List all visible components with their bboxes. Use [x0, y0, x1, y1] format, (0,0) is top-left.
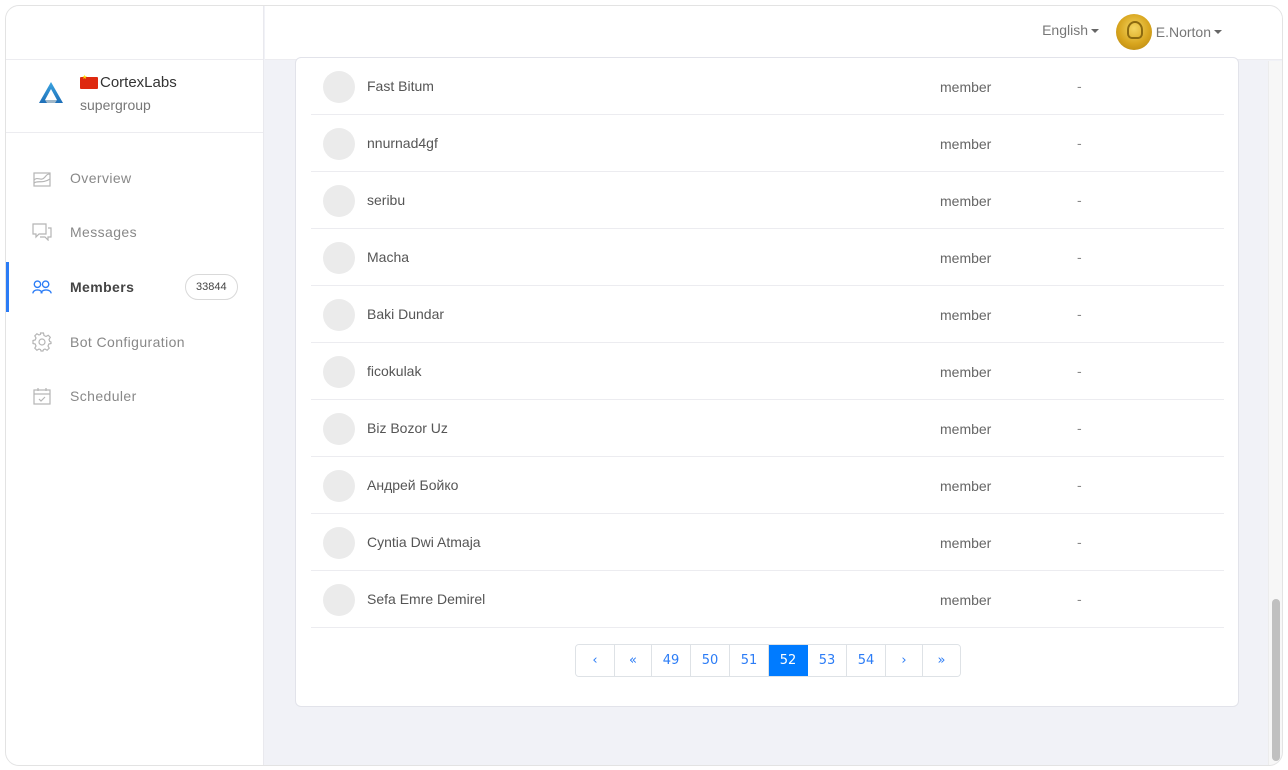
- pagination: ‹ « 49 50 51 52 53 54 › »: [575, 644, 961, 677]
- user-name: E.Norton: [1155, 24, 1211, 40]
- member-row[interactable]: Macha member -: [311, 229, 1224, 286]
- sidebar-item-label: Overview: [70, 170, 132, 186]
- member-avatar: [323, 413, 355, 445]
- member-role: member: [940, 307, 992, 323]
- sidebar-item-label: Bot Configuration: [70, 334, 185, 350]
- member-extra: -: [1077, 78, 1082, 94]
- prev-page-button[interactable]: ‹: [576, 645, 615, 676]
- member-name[interactable]: Baki Dundar: [367, 306, 444, 322]
- chart-icon: [32, 168, 52, 188]
- member-row[interactable]: Biz Bozor Uz member -: [311, 400, 1224, 457]
- sidebar-item-messages[interactable]: Messages: [6, 205, 264, 259]
- member-name[interactable]: Macha: [367, 249, 409, 265]
- calendar-check-icon: [32, 386, 52, 406]
- language-dropdown[interactable]: English: [1042, 22, 1099, 38]
- china-flag-icon: [80, 74, 98, 89]
- scrollbar[interactable]: [1268, 61, 1282, 765]
- page-button[interactable]: 51: [730, 645, 769, 676]
- member-role: member: [940, 478, 992, 494]
- member-avatar: [323, 71, 355, 103]
- sidebar-item-members[interactable]: Members 33844: [6, 260, 264, 314]
- group-name-text: CortexLabs: [100, 74, 177, 91]
- chat-icon: [32, 222, 52, 242]
- member-row[interactable]: Sefa Emre Demirel member -: [311, 571, 1224, 628]
- member-name[interactable]: nnurnad4gf: [367, 135, 438, 151]
- member-row[interactable]: nnurnad4gf member -: [311, 115, 1224, 172]
- user-menu[interactable]: E.Norton: [1115, 14, 1222, 50]
- sidebar-item-label: Members: [70, 279, 135, 295]
- member-role: member: [940, 193, 992, 209]
- member-avatar: [323, 584, 355, 616]
- app-window: CortexLabs supergroup Overview: [5, 5, 1283, 766]
- member-role: member: [940, 421, 992, 437]
- member-extra: -: [1077, 477, 1082, 493]
- member-role: member: [940, 136, 992, 152]
- member-name[interactable]: Sefa Emre Demirel: [367, 591, 485, 607]
- sidebar-top: [6, 6, 263, 60]
- member-name[interactable]: ficokulak: [367, 363, 421, 379]
- group-brand: CortexLabs supergroup: [6, 60, 263, 133]
- member-extra: -: [1077, 420, 1082, 436]
- page-button[interactable]: 53: [808, 645, 847, 676]
- member-row[interactable]: Cyntia Dwi Atmaja member -: [311, 514, 1224, 571]
- page-button[interactable]: 50: [691, 645, 730, 676]
- next-page-button[interactable]: ›: [886, 645, 923, 676]
- member-avatar: [323, 527, 355, 559]
- member-role: member: [940, 535, 992, 551]
- member-name[interactable]: seribu: [367, 192, 405, 208]
- member-name[interactable]: Андрей Бойко: [367, 477, 458, 493]
- page-button[interactable]: 49: [652, 645, 691, 676]
- sidebar-item-label: Messages: [70, 224, 138, 240]
- member-extra: -: [1077, 306, 1082, 322]
- member-extra: -: [1077, 249, 1082, 265]
- members-card: Fast Bitum member - nnurnad4gf member - seribu…: [295, 57, 1239, 707]
- member-extra: -: [1077, 363, 1082, 379]
- users-icon: [32, 277, 52, 297]
- member-row[interactable]: Андрей Бойко member -: [311, 457, 1224, 514]
- page-button[interactable]: 54: [847, 645, 886, 676]
- member-avatar: [323, 242, 355, 274]
- sidebar-item-overview[interactable]: Overview: [6, 151, 264, 205]
- logo-icon: [39, 82, 63, 103]
- member-role: member: [940, 364, 992, 380]
- language-label: English: [1042, 22, 1088, 38]
- member-avatar: [323, 299, 355, 331]
- member-name[interactable]: Biz Bozor Uz: [367, 420, 448, 436]
- member-role: member: [940, 79, 992, 95]
- member-row[interactable]: Baki Dundar member -: [311, 286, 1224, 343]
- member-name[interactable]: Fast Bitum: [367, 78, 434, 94]
- sidebar-item-label: Scheduler: [70, 388, 137, 404]
- group-type: supergroup: [80, 97, 151, 113]
- gear-icon: [32, 332, 52, 352]
- caret-down-icon: [1091, 29, 1099, 34]
- member-extra: -: [1077, 192, 1082, 208]
- member-name[interactable]: Cyntia Dwi Atmaja: [367, 534, 481, 550]
- first-page-button[interactable]: «: [615, 645, 652, 676]
- top-header: English E.Norton: [265, 6, 1282, 60]
- member-role: member: [940, 250, 992, 266]
- sidebar-item-bot-configuration[interactable]: Bot Configuration: [6, 315, 264, 369]
- member-extra: -: [1077, 534, 1082, 550]
- scrollbar-thumb[interactable]: [1272, 599, 1280, 761]
- current-page-button[interactable]: 52: [769, 645, 808, 676]
- user-avatar: [1115, 14, 1152, 50]
- member-avatar: [323, 185, 355, 217]
- members-list: Fast Bitum member - nnurnad4gf member - seribu…: [311, 58, 1224, 628]
- sidebar: CortexLabs supergroup Overview: [6, 6, 264, 765]
- group-name: CortexLabs: [80, 74, 177, 91]
- member-row[interactable]: Fast Bitum member -: [311, 58, 1224, 115]
- member-avatar: [323, 470, 355, 502]
- members-count-badge: 33844: [185, 274, 238, 300]
- member-extra: -: [1077, 591, 1082, 607]
- member-role: member: [940, 592, 992, 608]
- sidebar-item-scheduler[interactable]: Scheduler: [6, 369, 264, 423]
- caret-down-icon: [1214, 30, 1222, 34]
- member-row[interactable]: seribu member -: [311, 172, 1224, 229]
- member-row[interactable]: ficokulak member -: [311, 343, 1224, 400]
- member-avatar: [323, 128, 355, 160]
- main-content: Fast Bitum member - nnurnad4gf member - seribu…: [265, 57, 1267, 765]
- member-avatar: [323, 356, 355, 388]
- member-extra: -: [1077, 135, 1082, 151]
- last-page-button[interactable]: »: [923, 645, 960, 676]
